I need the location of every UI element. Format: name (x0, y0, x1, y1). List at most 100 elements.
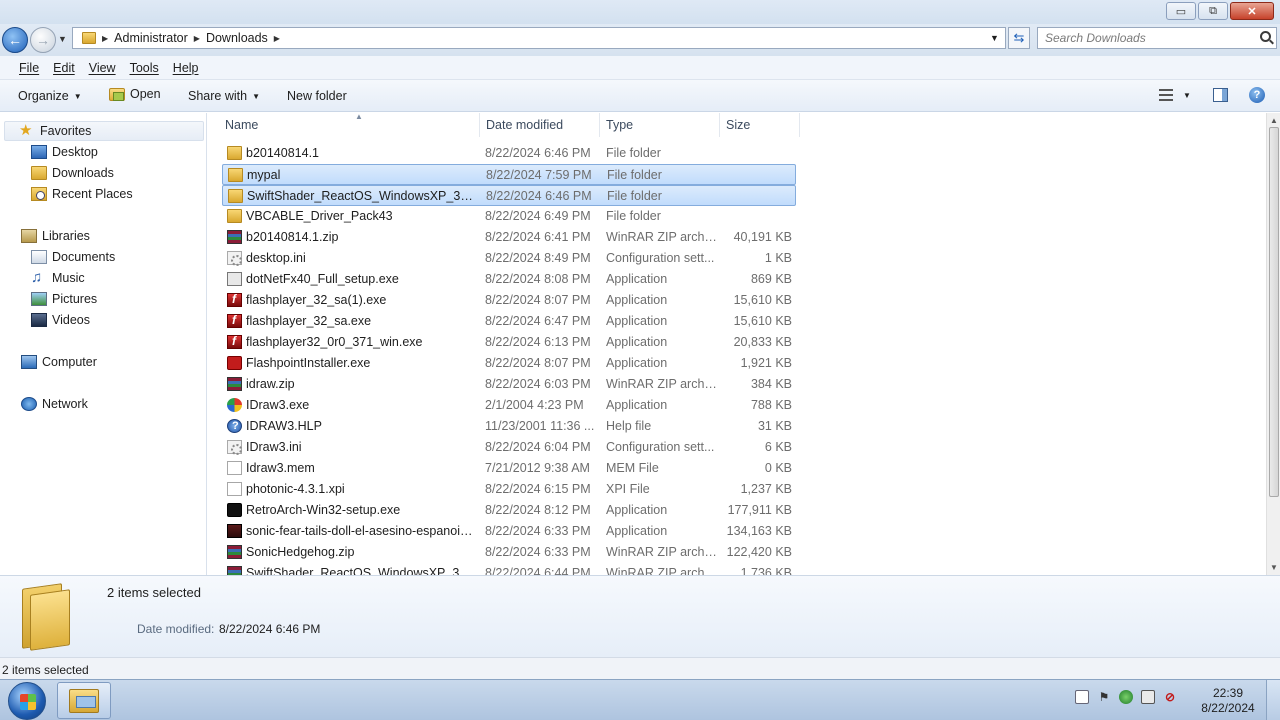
file-row[interactable]: flashplayer_32_sa(1).exe 8/22/2024 8:07 P… (222, 290, 796, 311)
nav-pictures[interactable]: Pictures (31, 289, 97, 309)
file-row[interactable]: b20140814.1 8/22/2024 6:46 PM File folder (222, 143, 796, 164)
start-button[interactable] (8, 682, 46, 720)
file-row[interactable]: idraw.zip 8/22/2024 6:03 PM WinRAR ZIP arc… (222, 374, 796, 395)
file-size: 1 KB (764, 251, 792, 265)
network-tray-icon[interactable] (1141, 690, 1155, 704)
recent-pages-dropdown[interactable]: ▼ (58, 34, 67, 44)
file-row[interactable]: b20140814.1.zip 8/22/2024 6:41 PM WinRAR Z… (222, 227, 796, 248)
file-name: b20140814.1 (246, 146, 319, 160)
file-row[interactable]: dotNetFx40_Full_setup.exe 8/22/2024 8:08 … (222, 269, 796, 290)
column-header-name[interactable]: Name ▲ (217, 113, 480, 137)
file-row[interactable]: desktop.ini 8/22/2024 8:49 PM Configuratio… (222, 248, 796, 269)
file-date-modified: 8/22/2024 6:46 PM (485, 146, 591, 160)
file-date-modified: 8/22/2024 8:07 PM (485, 293, 591, 307)
file-type: MEM File (606, 461, 659, 475)
nav-favorites[interactable]: ★ Favorites (4, 121, 204, 141)
file-type: Application (606, 335, 668, 349)
close-button[interactable]: ✕ (1230, 2, 1274, 20)
refresh-button[interactable]: ⇆ (1008, 27, 1030, 49)
file-row[interactable]: photonic-4.3.1.xpi 8/22/2024 6:15 PM XPI F… (222, 479, 796, 500)
nav-videos[interactable]: Videos (31, 310, 90, 330)
organize-label: Organize (18, 89, 69, 103)
column-header-date[interactable]: Date modified (478, 113, 600, 137)
blank-file-icon (227, 461, 242, 475)
help-icon[interactable]: ? (1249, 87, 1265, 103)
file-row[interactable]: RetroArch-Win32-setup.exe 8/22/2024 8:12 … (222, 500, 796, 521)
nav-network[interactable]: Network (21, 394, 88, 414)
file-row[interactable]: FlashpointInstaller.exe 8/22/2024 8:07 PM… (222, 353, 796, 374)
notification-icon[interactable] (1075, 690, 1089, 704)
forward-button[interactable]: → (30, 27, 56, 53)
menu-view[interactable]: View (89, 61, 116, 75)
chevron-right-icon[interactable]: ▶ (102, 34, 108, 43)
file-row[interactable]: IDraw3.exe 2/1/2004 4:23 PM Application 788… (222, 395, 796, 416)
nav-desktop[interactable]: Desktop (31, 142, 98, 162)
clock[interactable]: 22:39 8/22/2024 (1198, 686, 1258, 716)
file-date-modified: 8/22/2024 6:49 PM (485, 209, 591, 223)
nav-recent-places[interactable]: Recent Places (31, 184, 133, 204)
file-row[interactable]: SwiftShader_ReactOS_WindowsXP_3.2.10....… (222, 563, 796, 575)
file-row[interactable]: flashplayer32_0r0_371_win.exe 8/22/2024 6… (222, 332, 796, 353)
menu-tools[interactable]: Tools (130, 61, 159, 75)
share-with-button[interactable]: Share with ▼ (188, 89, 260, 103)
taskbar-explorer-button[interactable] (57, 682, 111, 719)
maximize-button[interactable]: ⧉ (1198, 2, 1228, 20)
file-size: 0 KB (764, 461, 792, 475)
volume-muted-icon[interactable]: ⊘ (1163, 690, 1177, 704)
nav-documents-label: Documents (52, 250, 116, 264)
menu-edit[interactable]: Edit (53, 61, 75, 75)
column-type-label: Type (606, 118, 634, 132)
organize-button[interactable]: Organize ▼ (18, 89, 82, 103)
search-icon[interactable] (1260, 31, 1271, 42)
column-header-size[interactable]: Size (718, 113, 800, 137)
vertical-scrollbar[interactable]: ▲ ▼ (1266, 113, 1280, 575)
breadcrumb-downloads[interactable]: Downloads (206, 31, 268, 45)
minimize-button[interactable]: ▭ (1166, 2, 1196, 20)
scroll-up-icon[interactable]: ▲ (1270, 116, 1278, 125)
file-row[interactable]: IDRAW3.HLP 11/23/2001 11:36 ... Help file 3… (222, 416, 796, 437)
folder-icon (227, 146, 242, 160)
file-row[interactable]: mypal 8/22/2024 7:59 PM File folder (222, 164, 796, 185)
show-desktop-button[interactable] (1266, 680, 1280, 720)
column-header-type[interactable]: Type (598, 113, 720, 137)
view-options-icon[interactable] (1159, 89, 1173, 101)
nav-computer[interactable]: Computer (21, 352, 97, 372)
breadcrumb: ▶ Administrator ▶ Downloads ▶ (82, 30, 280, 46)
breadcrumb-administrator[interactable]: Administrator (114, 31, 188, 45)
chevron-down-icon[interactable]: ▼ (1183, 91, 1191, 100)
security-shield-icon[interactable] (1119, 690, 1133, 704)
ini-icon (227, 440, 242, 455)
menu-file[interactable]: File (19, 61, 39, 75)
file-row[interactable]: SwiftShader_ReactOS_WindowsXP_3.2.10....… (222, 185, 796, 206)
scroll-down-icon[interactable]: ▼ (1270, 563, 1278, 572)
blank-file-icon (227, 482, 242, 496)
chevron-right-icon[interactable]: ▶ (274, 34, 280, 43)
search-box[interactable] (1037, 27, 1277, 49)
libraries-icon (21, 229, 37, 243)
open-button[interactable]: Open (109, 87, 161, 101)
scrollbar-thumb[interactable] (1269, 127, 1279, 497)
file-type: Application (606, 272, 668, 286)
file-row[interactable]: VBCABLE_Driver_Pack43 8/22/2024 6:49 PM Fi… (222, 206, 796, 227)
file-row[interactable]: Idraw3.mem 7/21/2012 9:38 AM MEM File 0 KB (222, 458, 796, 479)
search-input[interactable] (1038, 28, 1248, 48)
nav-downloads[interactable]: Downloads (31, 163, 114, 183)
file-row[interactable]: flashplayer_32_sa.exe 8/22/2024 6:47 PM Ap… (222, 311, 796, 332)
nav-documents[interactable]: Documents (31, 247, 115, 267)
preview-pane-icon[interactable] (1213, 88, 1228, 102)
nav-music[interactable]: ♫ Music (31, 268, 85, 288)
file-row[interactable]: IDraw3.ini 8/22/2024 6:04 PM Configuration… (222, 437, 796, 458)
action-center-flag-icon[interactable]: ⚑ (1097, 690, 1111, 704)
file-type: File folder (607, 168, 662, 182)
new-folder-button[interactable]: New folder (287, 89, 347, 103)
address-history-dropdown[interactable]: ▼ (990, 33, 999, 43)
menu-help[interactable]: Help (173, 61, 199, 75)
file-row[interactable]: sonic-fear-tails-doll-el-asesino-espanoi… (222, 521, 796, 542)
file-type: Application (606, 356, 668, 370)
chevron-right-icon[interactable]: ▶ (194, 34, 200, 43)
nav-libraries[interactable]: Libraries (21, 226, 90, 246)
file-row[interactable]: SonicHedgehog.zip 8/22/2024 6:33 PM WinRAR… (222, 542, 796, 563)
details-pane: 2 items selected Date modified: 8/22/202… (0, 575, 1280, 657)
file-type: File folder (606, 146, 661, 160)
back-button[interactable]: ← (2, 27, 28, 53)
